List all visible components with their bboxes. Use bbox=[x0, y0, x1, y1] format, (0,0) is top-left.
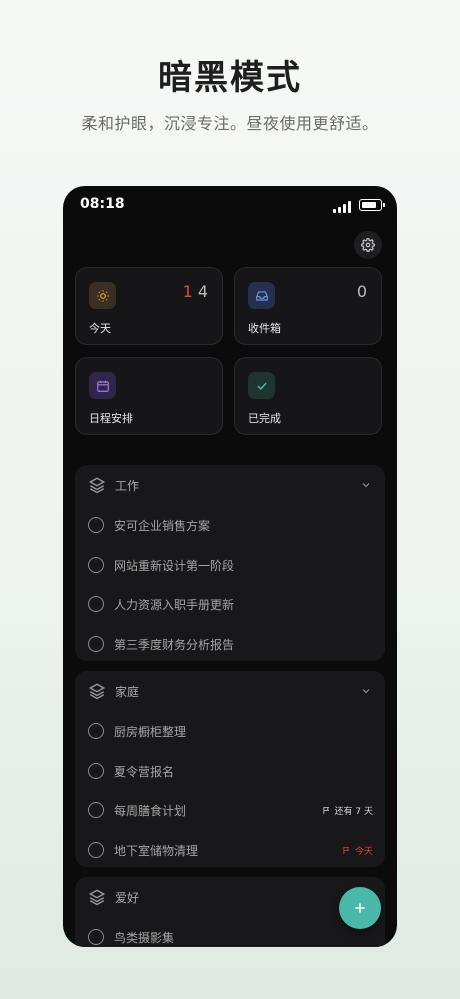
task-row[interactable]: 人力资源入职手册更新 bbox=[75, 586, 385, 622]
subhead: 柔和护眼，沉浸专注。昼夜使用更舒适。 bbox=[81, 114, 379, 133]
task-checkbox[interactable] bbox=[88, 596, 104, 612]
task-row[interactable]: 每周膳食计划 还有 7 天 bbox=[75, 792, 385, 828]
card-label: 今天 bbox=[89, 322, 111, 335]
task-row[interactable]: 第三季度财务分析报告 bbox=[75, 626, 385, 662]
inbox-icon-badge bbox=[248, 282, 275, 309]
battery-icon bbox=[359, 199, 385, 211]
phone-screen: 08:18 14 今天 0 收件箱 日程安排 已完成 工作 安可企业销售方案 网… bbox=[63, 186, 397, 947]
today-count: 14 bbox=[183, 282, 210, 301]
layers-icon bbox=[88, 889, 106, 906]
due-date: 今天 bbox=[342, 844, 373, 857]
check-icon bbox=[256, 382, 267, 390]
task-title: 厨房橱柜整理 bbox=[114, 725, 187, 739]
due-date: 还有 7 天 bbox=[322, 804, 373, 817]
plus-icon bbox=[355, 903, 365, 913]
layers-icon bbox=[88, 683, 106, 700]
task-row[interactable]: 鸟类摄影集 bbox=[75, 919, 385, 947]
sun-icon-badge bbox=[89, 282, 116, 309]
task-checkbox[interactable] bbox=[88, 929, 104, 945]
inbox-count: 0 bbox=[356, 282, 369, 301]
group-title: 爱好 bbox=[115, 891, 140, 905]
task-checkbox[interactable] bbox=[88, 723, 104, 739]
task-title: 网站重新设计第一阶段 bbox=[114, 559, 235, 573]
task-checkbox[interactable] bbox=[88, 842, 104, 858]
task-title: 鸟类摄影集 bbox=[114, 931, 175, 945]
chevron-down-icon[interactable] bbox=[360, 479, 372, 491]
card-label: 收件箱 bbox=[248, 322, 281, 335]
card-label: 日程安排 bbox=[89, 412, 133, 425]
flag-icon bbox=[343, 847, 350, 854]
group-header[interactable]: 工作 bbox=[75, 465, 385, 505]
task-title: 安可企业销售方案 bbox=[114, 519, 211, 533]
task-title: 每周膳食计划 bbox=[114, 804, 187, 818]
status-bar: 08:18 bbox=[63, 196, 397, 218]
inbox-icon bbox=[255, 290, 268, 301]
sun-icon bbox=[96, 289, 109, 302]
task-checkbox[interactable] bbox=[88, 763, 104, 779]
status-time: 08:18 bbox=[80, 196, 125, 212]
check-icon-badge bbox=[248, 372, 275, 399]
overdue-count: 1 bbox=[182, 282, 195, 301]
gear-icon bbox=[361, 238, 375, 252]
task-title: 地下室储物清理 bbox=[114, 844, 199, 858]
task-checkbox[interactable] bbox=[88, 557, 104, 573]
chevron-down-icon[interactable] bbox=[360, 685, 372, 697]
task-checkbox[interactable] bbox=[88, 517, 104, 533]
add-task-button[interactable] bbox=[339, 887, 381, 929]
card-today[interactable]: 14 今天 bbox=[75, 267, 223, 345]
group-title: 家庭 bbox=[115, 685, 140, 699]
task-count: 4 bbox=[197, 282, 210, 301]
task-checkbox[interactable] bbox=[88, 636, 104, 652]
task-title: 人力资源入职手册更新 bbox=[114, 598, 235, 612]
task-row[interactable]: 网站重新设计第一阶段 bbox=[75, 547, 385, 583]
layers-icon bbox=[88, 477, 106, 494]
card-completed[interactable]: 已完成 bbox=[234, 357, 382, 435]
due-label: 还有 7 天 bbox=[334, 807, 373, 817]
settings-button[interactable] bbox=[354, 231, 382, 259]
task-title: 夏令营报名 bbox=[114, 765, 175, 779]
card-scheduled[interactable]: 日程安排 bbox=[75, 357, 223, 435]
calendar-icon-badge bbox=[89, 372, 116, 399]
card-label: 已完成 bbox=[248, 412, 281, 425]
task-checkbox[interactable] bbox=[88, 802, 104, 818]
group-family: 家庭 厨房橱柜整理 夏令营报名 每周膳食计划 还有 7 天 地下室储物清理 今天 bbox=[75, 671, 385, 867]
task-row[interactable]: 地下室储物清理 今天 bbox=[75, 832, 385, 868]
task-row[interactable]: 安可企业销售方案 bbox=[75, 507, 385, 543]
group-header[interactable]: 家庭 bbox=[75, 671, 385, 711]
task-row[interactable]: 夏令营报名 bbox=[75, 753, 385, 789]
calendar-icon bbox=[96, 380, 109, 392]
task-title: 第三季度财务分析报告 bbox=[114, 638, 235, 652]
task-row[interactable]: 厨房橱柜整理 bbox=[75, 713, 385, 749]
flag-icon bbox=[323, 807, 329, 814]
headline: 暗黑模式 bbox=[158, 58, 302, 98]
due-label: 今天 bbox=[354, 847, 373, 857]
group-title: 工作 bbox=[115, 479, 140, 493]
card-inbox[interactable]: 0 收件箱 bbox=[234, 267, 382, 345]
signal-icon bbox=[333, 201, 353, 213]
group-work: 工作 安可企业销售方案 网站重新设计第一阶段 人力资源入职手册更新 第三季度财务… bbox=[75, 465, 385, 661]
